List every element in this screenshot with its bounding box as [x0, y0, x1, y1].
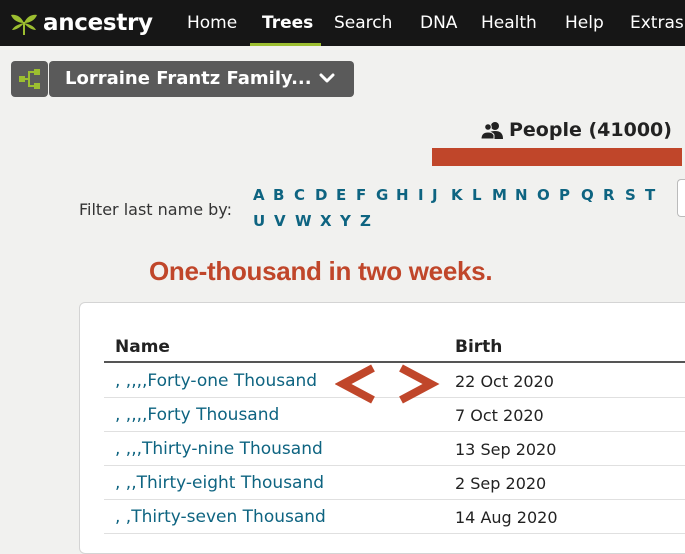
row-divider	[104, 465, 685, 466]
birth-date: 22 Oct 2020	[455, 372, 554, 391]
filter-letter[interactable]: Q	[581, 186, 594, 204]
nav-health[interactable]: Health	[481, 13, 537, 33]
row-divider	[104, 533, 685, 534]
filter-letter[interactable]: L	[472, 186, 482, 204]
person-link[interactable]: , ,,Thirty-eight Thousand	[115, 473, 324, 493]
top-navigation: ancestry Home Trees Search DNA Health He…	[0, 0, 685, 46]
header-divider	[104, 361, 685, 363]
filter-letter[interactable]: W	[295, 212, 312, 230]
filter-label: Filter last name by:	[79, 200, 232, 219]
filter-input-partial[interactable]	[677, 179, 685, 217]
filter-letter[interactable]: X	[320, 212, 332, 230]
annotation-text: One-thousand in two weeks.	[149, 256, 493, 286]
filter-letter[interactable]: P	[559, 186, 570, 204]
nav-search[interactable]: Search	[334, 13, 392, 33]
filter-letter[interactable]: C	[294, 186, 305, 204]
filter-letter[interactable]: V	[274, 212, 286, 230]
person-link[interactable]: , ,,,,Forty-one Thousand	[115, 371, 317, 391]
annotation-highlight-bar	[432, 148, 682, 166]
birth-date: 13 Sep 2020	[455, 440, 557, 459]
angle-brackets-annotation	[335, 364, 440, 404]
person-link[interactable]: , ,,,Thirty-nine Thousand	[115, 439, 323, 459]
nav-extras[interactable]: Extras	[630, 13, 684, 33]
row-divider	[104, 431, 685, 432]
filter-letter[interactable]: F	[356, 186, 366, 204]
people-count-text: People (41000)	[509, 119, 672, 141]
filter-letter[interactable]: H	[396, 186, 409, 204]
nav-home[interactable]: Home	[187, 13, 237, 33]
tree-name: Lorraine Frantz Family...	[65, 68, 312, 89]
nav-trees[interactable]: Trees	[262, 13, 313, 33]
tree-selector-dropdown[interactable]: Lorraine Frantz Family...	[49, 61, 354, 97]
birth-date: 7 Oct 2020	[455, 406, 544, 425]
column-header-birth[interactable]: Birth	[455, 337, 502, 357]
people-icon	[480, 122, 503, 139]
filter-letter[interactable]: M	[492, 186, 507, 204]
leaf-icon	[11, 14, 37, 35]
birth-date: 14 Aug 2020	[455, 508, 558, 527]
person-link[interactable]: , ,,,,Forty Thousand	[115, 405, 279, 425]
filter-letter[interactable]: S	[625, 186, 636, 204]
filter-letter[interactable]: I	[418, 186, 424, 204]
column-header-name[interactable]: Name	[115, 337, 170, 357]
filter-letter[interactable]: O	[537, 186, 550, 204]
logo-text: ancestry	[43, 10, 153, 36]
ancestry-logo[interactable]: ancestry	[9, 7, 153, 39]
pedigree-tree-icon	[19, 69, 40, 89]
person-link[interactable]: , ,Thirty-seven Thousand	[115, 507, 326, 527]
tree-view-button[interactable]	[11, 61, 48, 97]
filter-letter[interactable]: Y	[340, 212, 351, 230]
filter-letter[interactable]: K	[451, 186, 463, 204]
filter-letter[interactable]: R	[603, 186, 615, 204]
filter-letter[interactable]: J	[432, 186, 438, 204]
filter-letter[interactable]: B	[273, 186, 284, 204]
filter-letter[interactable]: A	[253, 186, 265, 204]
filter-letter[interactable]: T	[645, 186, 655, 204]
birth-date: 2 Sep 2020	[455, 474, 547, 493]
filter-letter[interactable]: Z	[360, 212, 371, 230]
chevron-down-icon	[319, 61, 335, 110]
filter-letter[interactable]: E	[336, 186, 346, 204]
filter-letter[interactable]: U	[253, 212, 265, 230]
filter-letter[interactable]: G	[376, 186, 388, 204]
filter-letter[interactable]: D	[315, 186, 327, 204]
active-tab-indicator	[250, 43, 321, 46]
row-divider	[104, 499, 685, 500]
nav-dna[interactable]: DNA	[420, 13, 457, 33]
people-count[interactable]: People (41000)	[480, 119, 672, 141]
filter-letter[interactable]: N	[515, 186, 528, 204]
nav-help[interactable]: Help	[565, 13, 604, 33]
